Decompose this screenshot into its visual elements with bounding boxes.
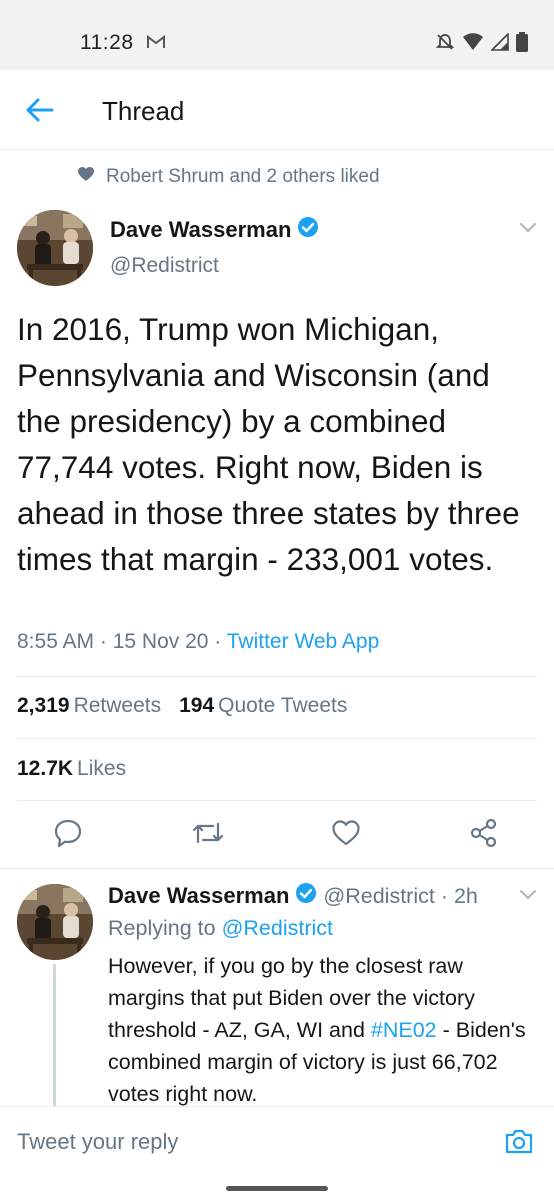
hashtag-link[interactable]: #NE02 [371,1018,437,1042]
signal-icon [490,32,509,56]
bell-off-icon [435,32,455,57]
tweet-actions [0,818,554,852]
retweet-icon[interactable] [192,818,224,853]
social-context: Robert Shrum and 2 others liked [78,166,380,188]
reply-author-name[interactable]: Dave Wasserman [108,883,289,909]
status-icons [435,32,528,57]
reply-author-handle[interactable]: @Redistrict [323,884,434,909]
replying-to: Replying to @Redistrict [108,916,333,941]
quote-tweets-stat[interactable]: 194 Quote Tweets [179,694,347,718]
share-icon[interactable] [469,818,499,853]
author-handle[interactable]: @Redistrict [110,254,219,278]
divider [17,738,537,739]
chevron-down-icon[interactable] [518,220,538,239]
status-time: 11:28 [80,31,134,54]
retweets-count: 2,319 [17,694,70,717]
like-icon[interactable] [331,818,361,853]
meta-separator: · [94,630,113,653]
status-bar: 11:28 [0,0,554,70]
engagement-stats: 2,319 Retweets 194 Quote Tweets [17,694,347,718]
tweet-time: 8:55 AM [17,630,95,653]
likes-count: 12.7K [17,757,74,780]
reply-time: · 2h [440,883,478,908]
avatar[interactable] [17,884,93,960]
page-title: Thread [102,96,185,126]
likes-label: Likes [77,757,127,780]
home-gesture-handle[interactable] [226,1186,328,1191]
verified-badge-icon [297,216,319,244]
meta-separator: · [208,630,227,653]
reply-input[interactable] [17,1129,457,1155]
app-header: Thread [0,70,554,150]
quotes-count: 194 [179,694,215,717]
likes-stat[interactable]: 12.7K Likes [17,757,126,781]
battery-icon [516,32,528,57]
author-name[interactable]: Dave Wasserman [110,216,319,244]
reply-header: Dave Wasserman @Redistrict · 2h [108,882,478,910]
reply-composer [0,1106,554,1174]
reply-icon[interactable] [53,818,83,853]
tweet-meta: 8:55 AM · 15 Nov 20 · Twitter Web App [17,630,379,654]
avatar[interactable] [17,210,93,286]
divider [17,800,537,801]
replying-to-link[interactable]: @Redistrict [222,916,333,940]
wifi-icon [462,33,484,56]
divider [0,868,554,869]
retweets-label: Retweets [73,694,162,717]
camera-icon[interactable] [504,1127,534,1160]
quotes-label: Quote Tweets [218,694,348,717]
social-context-text: Robert Shrum and 2 others liked [106,166,380,187]
tweet-date: 15 Nov 20 [112,630,209,653]
chevron-down-icon[interactable] [518,887,538,906]
system-nav-bar [0,1174,554,1200]
verified-badge-icon [295,882,317,910]
back-arrow-icon[interactable] [24,96,56,124]
tweet-source-link[interactable]: Twitter Web App [227,630,380,653]
author-name-text: Dave Wasserman [110,217,292,242]
retweets-stat[interactable]: 2,319 Retweets [17,694,161,718]
thread-connector [53,964,56,1106]
heart-icon [78,166,94,188]
replying-to-prefix: Replying to [108,916,216,940]
divider [17,676,537,677]
tweet-text: In 2016, Trump won Michigan, Pennsylvani… [17,311,520,577]
reply-text: However, if you go by the closest raw ma… [108,950,528,1110]
gmail-icon [146,34,166,55]
